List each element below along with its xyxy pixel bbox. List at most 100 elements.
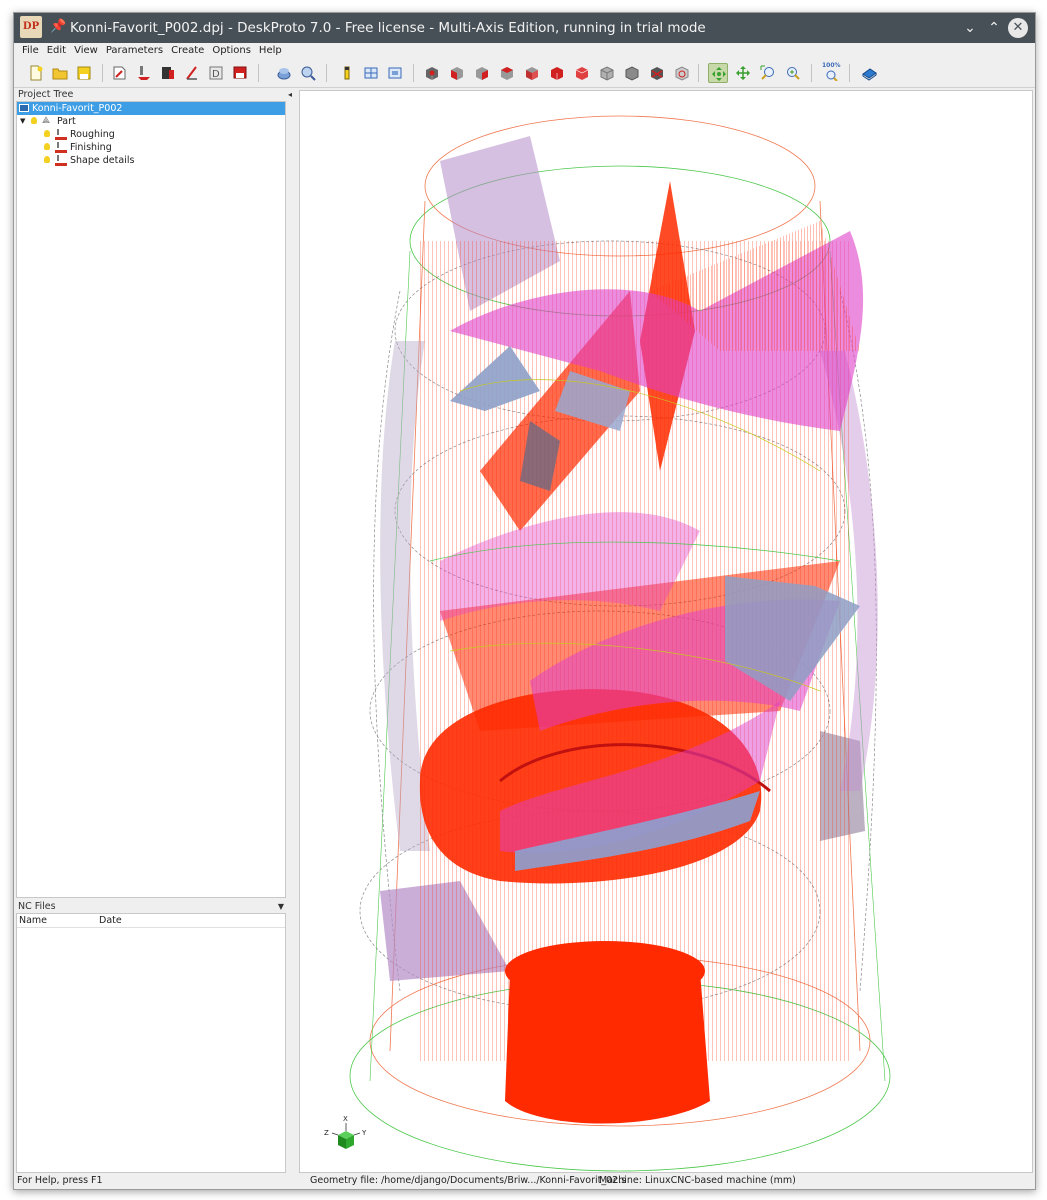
project-tree-header: Project Tree <box>18 89 74 100</box>
view-front-button[interactable] <box>447 63 467 83</box>
simulate-button[interactable] <box>274 63 294 83</box>
cube-iso-icon <box>426 67 438 80</box>
layer-button[interactable] <box>158 63 178 83</box>
menu-options[interactable]: Options <box>209 43 254 59</box>
toolbar-separator <box>326 64 327 82</box>
project-tree: Konni-Favorit_P002 ▼ ⟁ Part Roughing Fin… <box>16 101 286 898</box>
cube-front-icon <box>451 67 463 80</box>
zoom-in-button[interactable] <box>783 63 803 83</box>
zoom-100-button[interactable]: 100% <box>821 62 841 83</box>
status-bar: For Help, press F1 Geometry file: /home/… <box>14 1173 1035 1189</box>
dropdown-arrow-icon[interactable]: ▼ <box>278 900 284 913</box>
view-top-button[interactable] <box>547 63 567 83</box>
toolbar-separator <box>102 64 103 82</box>
new-project-button[interactable] <box>26 63 46 83</box>
view-back-button[interactable] <box>497 63 517 83</box>
tree-item-finishing[interactable]: Finishing <box>17 141 285 154</box>
bitmap-button[interactable]: D <box>206 63 226 83</box>
window-title: Konni-Favorit_P002.dpj - DeskProto 7.0 -… <box>70 20 706 36</box>
axis-z-label: Z <box>324 1129 329 1137</box>
toolpath-scene: X Z Y <box>324 115 891 1172</box>
export-button[interactable] <box>230 63 250 83</box>
view-wire-button[interactable] <box>622 63 642 83</box>
pan-icon <box>736 66 750 80</box>
view-stock-button[interactable] <box>672 63 692 83</box>
tree-item-label: Roughing <box>70 129 115 140</box>
column-header-date[interactable]: Date <box>99 914 122 927</box>
rotate-mode-button[interactable] <box>708 63 728 83</box>
operation-button[interactable] <box>134 63 154 83</box>
info-button[interactable] <box>337 63 357 83</box>
toolbar-separator <box>811 64 812 82</box>
grid-icon <box>364 67 378 79</box>
nc-files-list[interactable]: Name Date <box>16 913 286 1173</box>
pin-icon[interactable]: 📌 <box>50 19 66 34</box>
deskproto-logo-icon[interactable]: DP <box>20 16 42 38</box>
toolbar-separator <box>413 64 414 82</box>
expand-arrow-icon[interactable]: ▼ <box>20 115 25 128</box>
tree-item-project[interactable]: Konni-Favorit_P002 <box>17 102 285 115</box>
tree-item-part[interactable]: ▼ ⟁ Part <box>17 115 285 128</box>
view-left-button[interactable] <box>522 63 542 83</box>
operation-icon <box>55 155 67 166</box>
cube-solid-icon <box>600 66 614 81</box>
pan-mode-button[interactable] <box>733 63 753 83</box>
operation-icon <box>55 142 67 153</box>
part-parameters-icon <box>113 66 126 80</box>
info-icon <box>344 66 350 80</box>
open-project-button[interactable] <box>50 63 70 83</box>
screen-button[interactable] <box>385 63 405 83</box>
view-solid-button[interactable] <box>597 63 617 83</box>
rotate-icon <box>712 67 726 81</box>
axis-y-label: Y <box>361 1129 367 1137</box>
menu-help[interactable]: Help <box>256 43 285 59</box>
menu-parameters[interactable]: Parameters <box>103 43 166 59</box>
visible-bulb-icon[interactable] <box>31 117 37 124</box>
new-file-icon <box>30 65 43 81</box>
menu-edit[interactable]: Edit <box>44 43 69 59</box>
visible-bulb-icon[interactable] <box>44 156 50 163</box>
toolbar: D 100% <box>14 59 1035 88</box>
export-icon <box>233 66 247 79</box>
cube-back-icon <box>501 67 513 80</box>
zoom-window-button[interactable] <box>758 63 778 83</box>
collapse-panel-icon[interactable]: ◂ <box>288 90 292 99</box>
preview-icon <box>301 66 316 81</box>
axis-indicator: X Z Y <box>324 1115 367 1149</box>
visible-bulb-icon[interactable] <box>44 143 50 150</box>
view-right-button[interactable] <box>472 63 492 83</box>
view-toolpath-button[interactable] <box>647 63 667 83</box>
minimize-button[interactable]: ⌄ <box>960 18 980 38</box>
tree-item-label: Shape details <box>70 155 135 166</box>
grid-button[interactable] <box>361 63 381 83</box>
menu-view[interactable]: View <box>71 43 101 59</box>
maximize-button[interactable]: ⌃ <box>984 18 1004 38</box>
vector-button[interactable] <box>182 63 202 83</box>
toolbar-separator <box>258 64 259 82</box>
part-icon: ⟁ <box>42 116 51 126</box>
part-parameters-button[interactable] <box>110 63 130 83</box>
help-book-button[interactable] <box>859 63 879 83</box>
cube-left-icon <box>526 67 538 80</box>
save-project-button[interactable] <box>74 63 94 83</box>
menu-file[interactable]: File <box>19 43 42 59</box>
view-bottom-button[interactable] <box>572 63 592 83</box>
tree-item-shape-details[interactable]: Shape details <box>17 154 285 167</box>
menu-create[interactable]: Create <box>168 43 207 59</box>
layer-icon <box>162 67 174 79</box>
close-button[interactable]: ✕ <box>1008 18 1028 38</box>
axis-x-label: X <box>343 1115 348 1123</box>
menu-bar: File Edit View Parameters Create Options Help <box>14 43 1035 59</box>
preview-button[interactable] <box>298 63 318 83</box>
column-header-name[interactable]: Name <box>19 914 47 927</box>
status-machine: Machine: LinuxCNC-based machine (mm) <box>599 1175 796 1186</box>
simulate-icon <box>277 68 291 80</box>
zoom-100-label: 100% <box>822 62 841 69</box>
tree-item-label: Konni-Favorit_P002 <box>32 103 123 114</box>
tree-item-roughing[interactable]: Roughing <box>17 128 285 141</box>
3d-viewport[interactable]: X Z Y <box>299 90 1033 1173</box>
operation-icon <box>138 66 150 80</box>
visible-bulb-icon[interactable] <box>44 130 50 137</box>
save-icon <box>77 66 91 80</box>
view-iso-button[interactable] <box>422 63 442 83</box>
